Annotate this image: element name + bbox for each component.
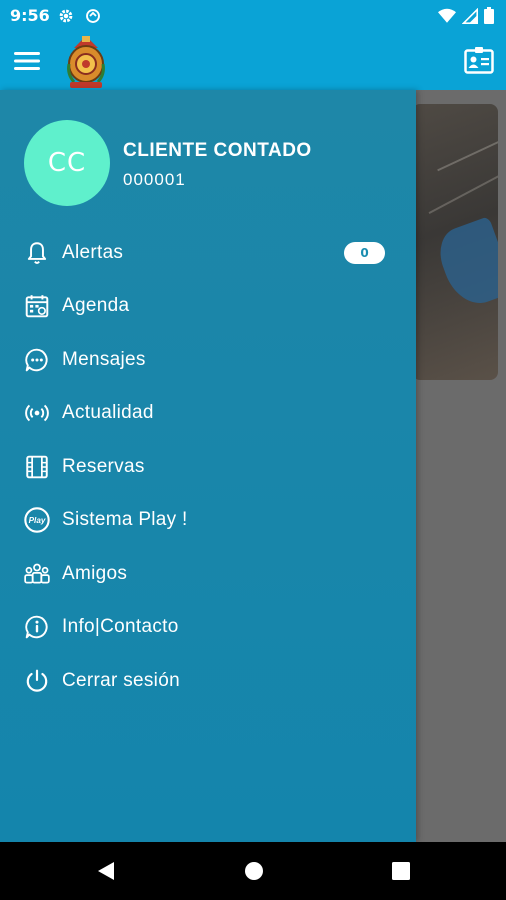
data-saver-icon	[84, 7, 102, 29]
menu-item-agenda[interactable]: Agenda	[0, 280, 416, 334]
drawer-menu: Alertas 0 Agenda Mensajes Actualidad Res…	[0, 226, 416, 708]
info-chat-icon	[22, 612, 52, 642]
alerts-count-badge: 0	[344, 241, 385, 264]
status-time: 9:56	[10, 6, 50, 25]
menu-item-label: Info|Contacto	[62, 616, 179, 638]
menu-item-label: Reservas	[62, 455, 145, 477]
menu-item-label: Mensajes	[62, 348, 146, 370]
menu-item-label: Actualidad	[62, 402, 154, 424]
bell-icon	[22, 238, 52, 268]
gear-icon	[57, 7, 75, 29]
club-logo	[64, 34, 108, 90]
menu-item-label: Amigos	[62, 562, 128, 584]
battery-icon	[484, 7, 494, 28]
wifi-icon	[438, 8, 456, 28]
news-card-image[interactable]	[412, 104, 498, 380]
svg-text:Play: Play	[29, 516, 46, 525]
play-badge-icon: Play	[22, 505, 52, 535]
navigation-drawer: CC CLIENTE CONTADO 000001 Alertas 0 Agen…	[0, 90, 416, 842]
profile-code: 000001	[123, 170, 186, 189]
broadcast-icon	[22, 398, 52, 428]
profile-header[interactable]: CC CLIENTE CONTADO 000001	[24, 120, 404, 210]
recents-icon[interactable]	[389, 859, 413, 883]
film-reservation-icon	[22, 452, 52, 482]
menu-item-label: Cerrar sesión	[62, 669, 180, 691]
menu-item-actualidad[interactable]: Actualidad	[0, 387, 416, 441]
menu-item-cerrar-sesion[interactable]: Cerrar sesión	[0, 654, 416, 708]
power-icon	[22, 666, 52, 696]
menu-item-alertas[interactable]: Alertas 0	[0, 226, 416, 280]
calendar-icon	[22, 291, 52, 321]
menu-item-info-contacto[interactable]: Info|Contacto	[0, 601, 416, 655]
signal-icon	[461, 7, 478, 28]
id-card-icon[interactable]	[464, 46, 494, 74]
menu-item-reservas[interactable]: Reservas	[0, 440, 416, 494]
avatar: CC	[24, 120, 110, 206]
back-icon[interactable]	[94, 859, 118, 883]
menu-item-label: Alertas	[62, 241, 124, 263]
profile-name: CLIENTE CONTADO	[123, 140, 312, 161]
menu-item-sistema-play[interactable]: Play Sistema Play !	[0, 494, 416, 548]
app-bar	[0, 32, 506, 90]
status-bar: 9:56	[0, 0, 506, 32]
menu-item-mensajes[interactable]: Mensajes	[0, 333, 416, 387]
hamburger-menu-icon[interactable]	[14, 50, 40, 72]
chat-bubble-icon	[22, 345, 52, 375]
menu-item-amigos[interactable]: Amigos	[0, 547, 416, 601]
system-nav-bar	[0, 842, 506, 900]
friends-icon	[22, 559, 52, 589]
menu-item-label: Sistema Play !	[62, 509, 188, 531]
menu-item-label: Agenda	[62, 295, 130, 317]
home-icon[interactable]	[242, 859, 266, 883]
